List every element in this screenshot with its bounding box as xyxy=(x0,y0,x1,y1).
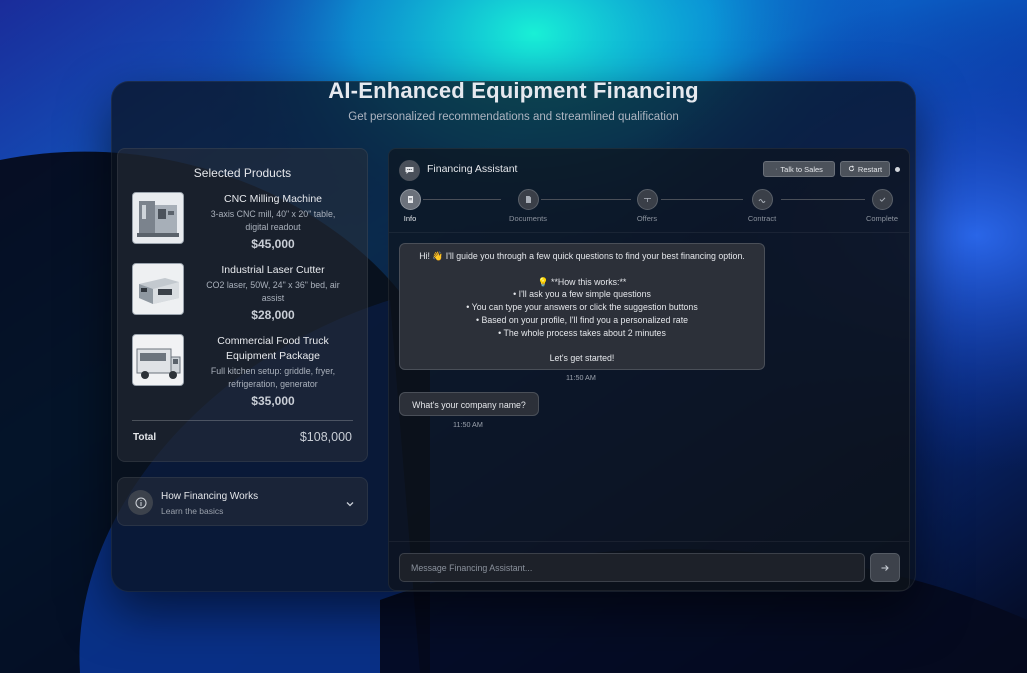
assistant-title: Financing Assistant xyxy=(427,163,518,175)
product-price: $45,000 xyxy=(251,237,295,251)
assistant-message: What's your company name? xyxy=(399,392,539,416)
assistant-message: Hi! 👋 I'll guide you through a few quick… xyxy=(399,243,765,370)
step-label: Contract xyxy=(747,214,777,223)
page-title: AI-Enhanced Equipment Financing xyxy=(328,78,699,103)
product-info: Industrial Laser Cutter CO2 laser, 50W, … xyxy=(198,263,348,322)
step-contract[interactable]: Contract xyxy=(732,189,792,223)
page-subtitle: Get personalized recommendations and str… xyxy=(348,111,679,123)
message-timestamp: 11:50 AM xyxy=(566,373,596,382)
product-description: 3-axis CNC mill, 40" x 20" table, digita… xyxy=(210,209,336,232)
food-truck-photo xyxy=(132,334,184,386)
selected-products-card: Selected Products CNC Milling Machine 3-… xyxy=(117,148,368,462)
step-offers[interactable]: Offers xyxy=(617,189,677,223)
file-icon xyxy=(517,189,539,210)
online-status-dot xyxy=(895,167,900,172)
product-name: CNC Milling Machine xyxy=(223,193,323,205)
composer-divider xyxy=(389,541,909,542)
step-label: Offers xyxy=(636,214,658,223)
product-info: Commercial Food Truck Equipment Package … xyxy=(198,334,348,408)
chat-bubble-icon xyxy=(399,160,420,181)
how-financing-works-title: How Financing Works xyxy=(161,491,259,502)
step-documents[interactable]: Documents xyxy=(498,189,558,223)
phone-icon: · xyxy=(775,165,778,173)
product-price: $35,000 xyxy=(251,394,295,408)
assistant-header: Financing Assistant · Talk to Sales Rest… xyxy=(389,149,909,233)
total-label: Total xyxy=(133,432,157,443)
product-info: CNC Milling Machine 3-axis CNC mill, 40"… xyxy=(198,192,348,251)
step-label: Complete xyxy=(865,214,899,223)
product-name: Commercial Food Truck Equipment Package xyxy=(217,335,329,362)
info-icon xyxy=(128,490,153,515)
total-value: $108,000 xyxy=(299,430,352,444)
how-financing-works-accordion[interactable]: How Financing Works Learn the basics xyxy=(117,477,368,526)
refresh-icon xyxy=(848,164,855,174)
product-item: CNC Milling Machine 3-axis CNC mill, 40"… xyxy=(132,192,354,251)
arrow-right-icon xyxy=(881,564,889,571)
document-icon xyxy=(399,189,421,210)
chevron-down-icon[interactable] xyxy=(345,496,355,514)
total-divider xyxy=(132,420,353,421)
how-financing-works-subtitle: Learn the basics xyxy=(161,506,224,516)
send-button[interactable] xyxy=(870,553,900,582)
step-label: Documents xyxy=(509,214,547,223)
step-complete[interactable]: Complete xyxy=(852,189,912,223)
financing-assistant-panel: Financing Assistant · Talk to Sales Rest… xyxy=(388,148,910,591)
selected-products-title: Selected Products xyxy=(193,166,292,180)
message-timestamp: 11:50 AM xyxy=(453,420,483,429)
message-input[interactable] xyxy=(399,553,865,582)
signature-icon xyxy=(751,189,773,210)
product-item: Commercial Food Truck Equipment Package … xyxy=(132,334,354,408)
laser-cutter-photo xyxy=(132,263,184,315)
product-price: $28,000 xyxy=(251,308,295,322)
product-item: Industrial Laser Cutter CO2 laser, 50W, … xyxy=(132,263,354,322)
step-label: Info xyxy=(403,214,417,223)
product-description: CO2 laser, 50W, 24" x 36" bed, air assis… xyxy=(206,280,340,303)
check-icon xyxy=(871,189,893,210)
product-description: Full kitchen setup: griddle, fryer, refr… xyxy=(210,366,336,389)
scale-icon xyxy=(636,189,658,210)
step-info[interactable]: Info xyxy=(380,189,440,223)
product-name: Industrial Laser Cutter xyxy=(221,264,325,276)
cnc-mill-photo xyxy=(132,192,184,244)
talk-to-sales-button[interactable]: · Talk to Sales xyxy=(763,161,835,177)
restart-button[interactable]: Restart xyxy=(840,161,890,177)
